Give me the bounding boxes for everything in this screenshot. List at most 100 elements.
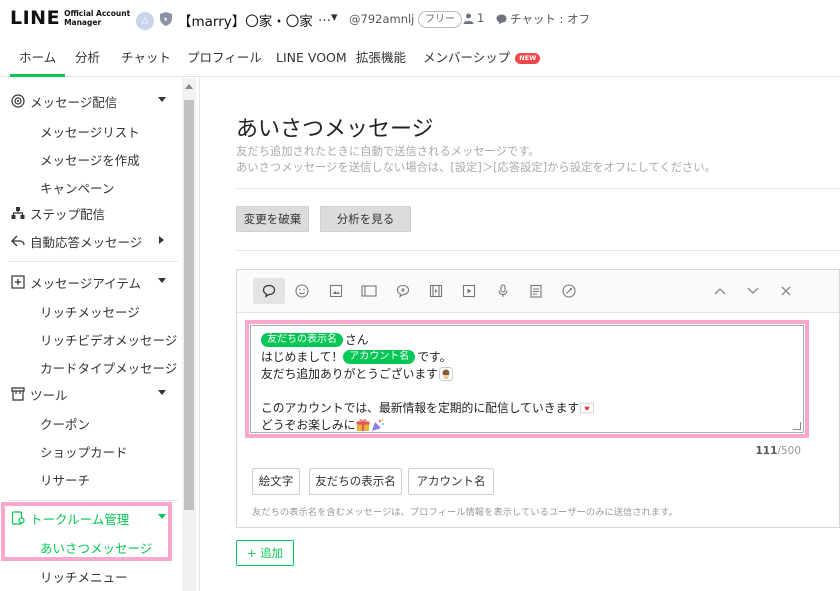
tools-icon bbox=[10, 386, 26, 402]
sidebar-group-message-broadcast[interactable]: メッセージ配信 bbox=[10, 89, 170, 113]
tab-profile[interactable]: プロフィール bbox=[187, 43, 262, 77]
description-line: 友だち追加されたときに自動で送信されるメッセージです。 bbox=[236, 145, 540, 158]
close-icon[interactable] bbox=[775, 280, 797, 302]
chevron-up-icon[interactable] bbox=[709, 280, 731, 302]
account-switch-dropdown[interactable]: …▾ bbox=[318, 10, 338, 25]
sidebar-group-step-delivery[interactable]: ステップ配信 bbox=[10, 201, 170, 225]
character-counter: 111/500 bbox=[755, 445, 801, 457]
sidebar-group-message-items[interactable]: メッセージアイテム bbox=[10, 270, 170, 294]
insert-account-name-button[interactable]: アカウント名 bbox=[408, 468, 494, 495]
coupon-icon[interactable] bbox=[358, 280, 380, 302]
sidebar: メッセージ配信 メッセージリスト メッセージを作成 キャンペーン ステップ配信 … bbox=[0, 78, 200, 591]
step-icon bbox=[10, 205, 26, 221]
survey-icon[interactable] bbox=[525, 280, 547, 302]
sidebar-group-auto-reply[interactable]: 自動応答メッセージ bbox=[10, 229, 170, 253]
helper-note: 友だちの表示名を含むメッセージは、プロフィール情報を表示しているユーザーのみに送… bbox=[252, 507, 678, 518]
chevron-down-icon bbox=[158, 514, 166, 519]
sidebar-group-label: メッセージアイテム bbox=[30, 275, 142, 291]
main-tabs: ホーム 分析 チャット プロフィール LINE VOOM 拡張機能 メンバーシッ… bbox=[0, 43, 840, 77]
message-editor: 友だちの表示名 さん はじめまして！ アカウント名 です。 友だち追加ありがとう… bbox=[236, 269, 840, 528]
sidebar-item-card-message[interactable]: カードタイプメッセージ bbox=[40, 358, 177, 377]
view-analytics-button[interactable]: 分析を見る bbox=[320, 206, 411, 232]
auto-reply-icon bbox=[10, 233, 26, 249]
friends-count: 1 bbox=[463, 11, 484, 25]
character-max: /500 bbox=[777, 445, 801, 457]
account-id: @792amnlj bbox=[349, 12, 415, 26]
new-badge: NEW bbox=[515, 53, 541, 64]
sidebar-item-campaign[interactable]: キャンペーン bbox=[40, 178, 114, 197]
talkroom-icon bbox=[10, 510, 26, 526]
scrollbar-thumb[interactable] bbox=[184, 100, 194, 510]
sidebar-item-coupon[interactable]: クーポン bbox=[40, 414, 90, 433]
tab-chat-label: チャット bbox=[121, 50, 171, 65]
scroll-up-icon[interactable] bbox=[185, 84, 193, 89]
sidebar-item-rich-message[interactable]: リッチメッセージ bbox=[40, 302, 140, 321]
shield-icon bbox=[160, 12, 172, 26]
image-icon[interactable] bbox=[325, 280, 347, 302]
video-icon[interactable] bbox=[458, 280, 480, 302]
editor-toolbar bbox=[237, 270, 839, 313]
add-message-button[interactable]: + 追加 bbox=[236, 540, 294, 566]
highlight-box bbox=[245, 320, 809, 438]
text-bubble-icon[interactable] bbox=[253, 278, 285, 304]
tab-extensions-label: 拡張機能 bbox=[356, 50, 407, 65]
sidebar-group-talkroom[interactable]: トークルーム管理 bbox=[10, 506, 170, 530]
tab-extensions[interactable]: 拡張機能 bbox=[356, 43, 406, 77]
top-header: LINE Official Account Manager △ 【marry】〇… bbox=[0, 0, 840, 40]
discard-changes-button[interactable]: 変更を破棄 bbox=[236, 206, 309, 232]
sidebar-group-label: メッセージ配信 bbox=[30, 94, 118, 110]
logo-subtitle: Official Account Manager bbox=[64, 9, 131, 27]
sidebar-group-tools[interactable]: ツール bbox=[10, 382, 170, 406]
line-logo[interactable]: LINE Official Account Manager bbox=[10, 8, 136, 28]
tab-line-voom[interactable]: LINE VOOM bbox=[276, 43, 347, 77]
description-line: あいさつメッセージを送信しない場合は、[設定]＞[応答設定]から設定をオフにして… bbox=[236, 161, 716, 174]
divider bbox=[8, 500, 178, 501]
insert-friend-name-button[interactable]: 友だちの表示名 bbox=[309, 468, 402, 495]
person-icon bbox=[463, 13, 474, 24]
sidebar-item-greeting-message[interactable]: あいさつメッセージ bbox=[40, 538, 152, 557]
tab-analytics[interactable]: 分析 bbox=[75, 43, 100, 77]
divider bbox=[236, 250, 840, 251]
tab-home[interactable]: ホーム bbox=[10, 43, 66, 77]
chevron-down-icon bbox=[158, 390, 166, 395]
page-description: 友だち追加されたときに自動で送信されるメッセージです。 あいさつメッセージを送信… bbox=[236, 144, 716, 176]
account-avatar[interactable]: △ bbox=[136, 12, 154, 30]
sidebar-group-label: ステップ配信 bbox=[30, 206, 106, 222]
message-item-icon bbox=[10, 274, 26, 290]
broadcast-icon bbox=[10, 93, 26, 109]
sticker-icon[interactable] bbox=[291, 280, 313, 302]
chat-bubble-icon bbox=[496, 14, 507, 24]
chat-status[interactable]: チャット : オフ bbox=[496, 11, 590, 27]
chevron-down-icon bbox=[158, 97, 166, 102]
tab-home-label: ホーム bbox=[19, 50, 57, 65]
tab-chat[interactable]: チャット bbox=[121, 43, 171, 77]
sidebar-scrollbar[interactable] bbox=[182, 78, 196, 591]
card-message-icon[interactable] bbox=[558, 280, 580, 302]
sidebar-group-label: ツール bbox=[30, 387, 68, 403]
sidebar-item-shop-card[interactable]: ショップカード bbox=[40, 442, 128, 461]
add-button-label: 追加 bbox=[260, 546, 284, 560]
sidebar-item-create-message[interactable]: メッセージを作成 bbox=[40, 150, 140, 169]
sidebar-item-rich-video-message[interactable]: リッチビデオメッセージ bbox=[40, 330, 177, 349]
divider bbox=[8, 261, 178, 262]
insert-emoji-button[interactable]: 絵文字 bbox=[252, 468, 300, 495]
sidebar-item-research[interactable]: リサーチ bbox=[40, 470, 90, 489]
divider bbox=[236, 188, 840, 189]
rich-video-icon[interactable] bbox=[425, 280, 447, 302]
chevron-down-icon[interactable] bbox=[742, 280, 764, 302]
tab-profile-label: プロフィール bbox=[187, 50, 262, 65]
tab-membership[interactable]: メンバーシップ NEW bbox=[423, 43, 541, 77]
page-title: あいさつメッセージ bbox=[236, 117, 434, 142]
character-count: 111 bbox=[755, 445, 778, 457]
sidebar-item-message-list[interactable]: メッセージリスト bbox=[40, 122, 140, 141]
main-content: あいさつメッセージ 友だち追加されたときに自動で送信されるメッセージです。 あい… bbox=[201, 78, 840, 591]
tab-line-voom-label: LINE VOOM bbox=[276, 50, 347, 65]
account-name[interactable]: 【marry】〇家・〇家 bbox=[178, 10, 313, 30]
sidebar-item-rich-menu[interactable]: リッチメニュー bbox=[40, 567, 128, 586]
friends-count-value: 1 bbox=[477, 11, 485, 25]
microphone-icon[interactable] bbox=[492, 280, 514, 302]
plan-badge: フリー bbox=[418, 11, 462, 28]
chevron-right-icon bbox=[159, 236, 164, 244]
sidebar-group-label: 自動応答メッセージ bbox=[30, 234, 143, 250]
rich-message-icon[interactable] bbox=[392, 280, 414, 302]
